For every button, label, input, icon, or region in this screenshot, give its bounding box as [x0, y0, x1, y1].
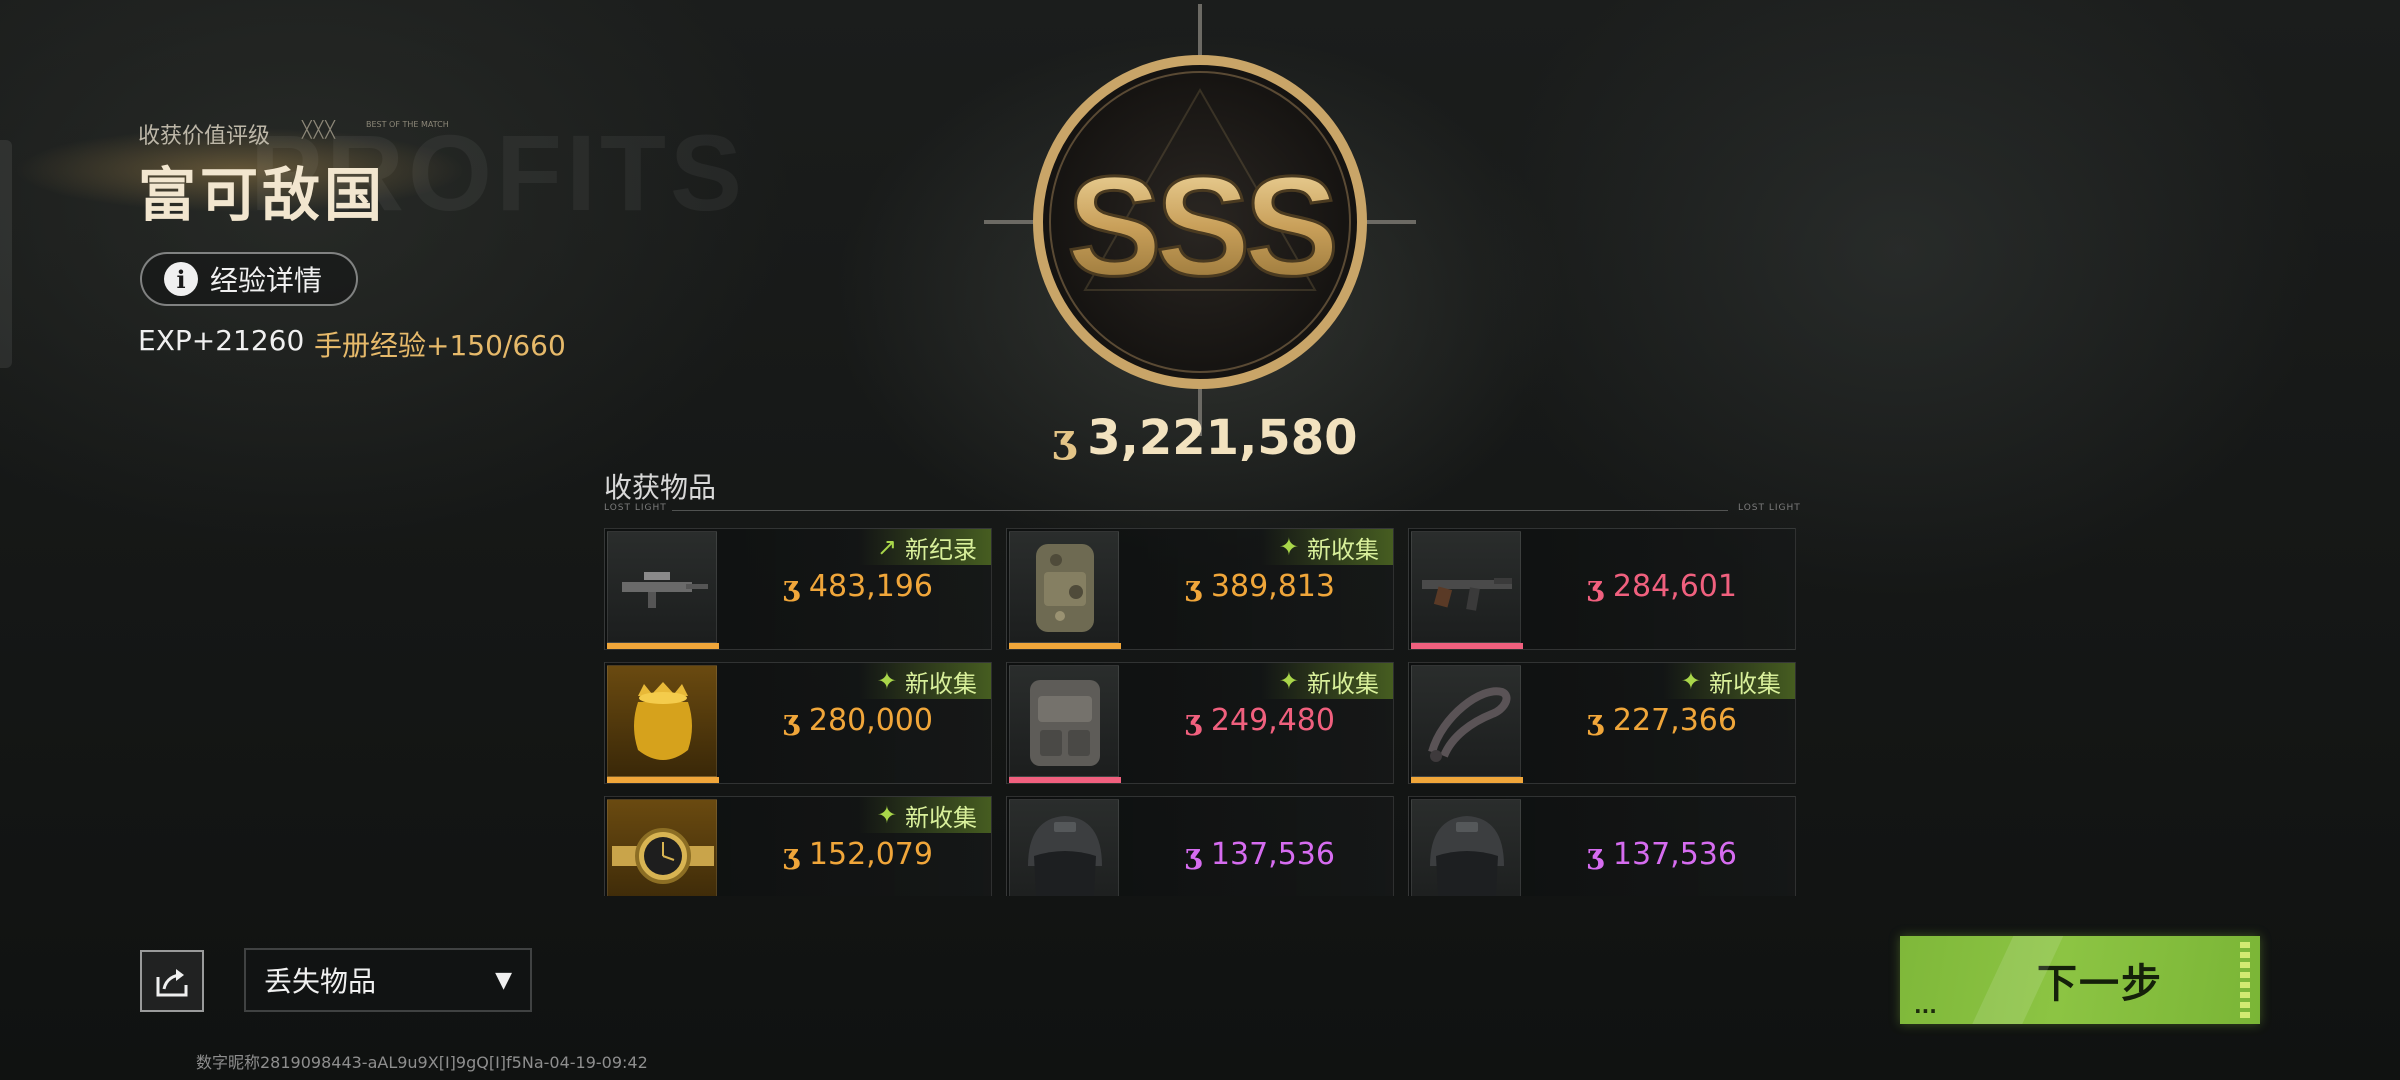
item-tag-label: 新收集 — [905, 669, 977, 698]
rarity-bar — [1009, 777, 1121, 783]
total-value: ʒ 3,221,580 — [1053, 408, 1358, 468]
share-icon — [156, 969, 188, 997]
items-section-divider — [672, 510, 1728, 511]
item-value: ʒ 284,601 — [1587, 569, 1737, 604]
lost-items-dropdown[interactable]: 丢失物品 ▼ — [244, 948, 532, 1012]
rarity-bar — [607, 643, 719, 649]
coin-icon: ʒ — [783, 570, 799, 603]
sparkle-icon: ✦ — [876, 801, 897, 829]
item-tag-badge: ↗ 新纪录 — [858, 529, 991, 565]
item-value: ʒ 280,000 — [783, 703, 933, 738]
best-of-match-text: BEST OF THE MATCH — [366, 120, 449, 129]
player-id-text: 数字昵称2819098443-aAL9u9X[I]9gQ[I]f5Na-04-1… — [196, 1053, 648, 1072]
coin-icon: ʒ — [783, 838, 799, 871]
item-card[interactable]: ʒ 227,366 ✦ 新收集 — [1408, 662, 1796, 784]
items-section-sublabel-right: LOST LIGHT — [1738, 503, 1801, 513]
sss-rank-text: SSS — [1067, 147, 1334, 306]
item-value-number: 249,480 — [1210, 703, 1335, 738]
item-tag-label: 新收集 — [1709, 669, 1781, 698]
total-value-number: 3,221,580 — [1087, 410, 1358, 466]
item-tag-badge: ✦ 新收集 — [858, 797, 991, 833]
next-step-button[interactable]: ... 下一步 — [1900, 936, 2260, 1024]
combat-helmet-icon — [1009, 799, 1119, 896]
item-card[interactable]: ʒ 280,000 ✦ 新收集 — [604, 662, 992, 784]
tactical-backpack-icon — [1009, 665, 1119, 777]
item-tag-badge: ✦ 新收集 — [858, 663, 991, 699]
sparkle-icon: ✦ — [1680, 667, 1701, 695]
ak-rifle-icon — [1411, 531, 1521, 643]
share-button[interactable] — [140, 950, 204, 1012]
button-stripe — [2240, 942, 2250, 1018]
rarity-bar — [1411, 777, 1523, 783]
cable-loop-icon — [1411, 665, 1521, 777]
record-arrow-icon: ↗ — [876, 533, 897, 561]
lost-items-label: 丢失物品 — [264, 965, 377, 998]
coin-icon: ʒ — [1052, 414, 1076, 462]
items-section-sublabel-left: LOST LIGHT — [604, 503, 667, 513]
button-dots: ... — [1914, 994, 1937, 1018]
item-value-number: 483,196 — [808, 569, 933, 604]
item-value: ʒ 249,480 — [1185, 703, 1335, 738]
item-value-number: 389,813 — [1210, 569, 1335, 604]
info-icon: i — [164, 262, 198, 296]
item-card[interactable]: ʒ 284,601 — [1408, 528, 1796, 650]
caret-down-icon: ▼ — [495, 967, 512, 993]
sparkle-icon: ✦ — [1278, 533, 1299, 561]
coin-icon: ʒ — [783, 704, 799, 737]
rarity-bar — [607, 777, 719, 783]
item-card[interactable]: ʒ 249,480 ✦ 新收集 — [1006, 662, 1394, 784]
handbook-exp: 手册经验+150/660 — [314, 329, 566, 362]
item-value-number: 280,000 — [808, 703, 933, 738]
sparkle-icon: ✦ — [1278, 667, 1299, 695]
combat-helmet-icon — [1411, 799, 1521, 896]
gold-watch-icon — [607, 799, 717, 896]
coin-icon: ʒ — [1185, 570, 1201, 603]
rifle-scoped-icon — [607, 531, 717, 643]
item-value: ʒ 483,196 — [783, 569, 933, 604]
coin-icon: ʒ — [1185, 838, 1201, 871]
exp-detail-button[interactable]: i 经验详情 — [140, 252, 358, 306]
best-of-match-mark: ╳╳╳ — [302, 120, 337, 139]
item-value: ʒ 227,366 — [1587, 703, 1737, 738]
item-value-number: 152,079 — [808, 837, 933, 872]
sss-rank-emblem: SSS — [984, 4, 1416, 436]
item-tag-badge: ✦ 新收集 — [1260, 663, 1393, 699]
item-card[interactable]: ʒ 137,536 — [1006, 796, 1394, 896]
items-section-title: 收获物品 — [604, 471, 717, 504]
item-value-number: 137,536 — [1210, 837, 1335, 872]
item-value-number: 227,366 — [1612, 703, 1737, 738]
items-grid: ʒ 483,196 ↗ 新纪录 ʒ 389,813 ✦ 新收集 ʒ 284,601 ʒ 280,000… — [604, 528, 1796, 896]
coin-icon: ʒ — [1587, 838, 1603, 871]
item-card[interactable]: ʒ 483,196 ↗ 新纪录 — [604, 528, 992, 650]
camo-backpack-icon — [1009, 531, 1119, 643]
item-value-number: 284,601 — [1612, 569, 1737, 604]
item-card[interactable]: ʒ 137,536 — [1408, 796, 1796, 896]
rarity-bar — [1009, 643, 1121, 649]
item-value: ʒ 137,536 — [1587, 837, 1737, 872]
coin-icon: ʒ — [1587, 570, 1603, 603]
exp-detail-label: 经验详情 — [210, 264, 323, 297]
item-value: ʒ 137,536 — [1185, 837, 1335, 872]
item-value: ʒ 389,813 — [1185, 569, 1335, 604]
item-value-number: 137,536 — [1612, 837, 1737, 872]
rating-title: 富可敌国 — [138, 161, 387, 229]
coin-icon: ʒ — [1185, 704, 1201, 737]
item-card[interactable]: ʒ 152,079 ✦ 新收集 — [604, 796, 992, 896]
item-tag-label: 新收集 — [1307, 535, 1379, 564]
sparkle-icon: ✦ — [876, 667, 897, 695]
item-value: ʒ 152,079 — [783, 837, 933, 872]
item-tag-badge: ✦ 新收集 — [1662, 663, 1795, 699]
item-tag-label: 新收集 — [1307, 669, 1379, 698]
golden-vase-icon — [607, 665, 717, 777]
next-step-label: 下一步 — [2037, 961, 2163, 1007]
item-card[interactable]: ʒ 389,813 ✦ 新收集 — [1006, 528, 1394, 650]
item-tag-badge: ✦ 新收集 — [1260, 529, 1393, 565]
rating-label: 收获价值评级 — [138, 124, 271, 149]
exp-gain: EXP+21260 — [138, 324, 305, 357]
rarity-bar — [1411, 643, 1523, 649]
item-tag-label: 新纪录 — [905, 535, 977, 564]
item-tag-label: 新收集 — [905, 803, 977, 832]
coin-icon: ʒ — [1587, 704, 1603, 737]
